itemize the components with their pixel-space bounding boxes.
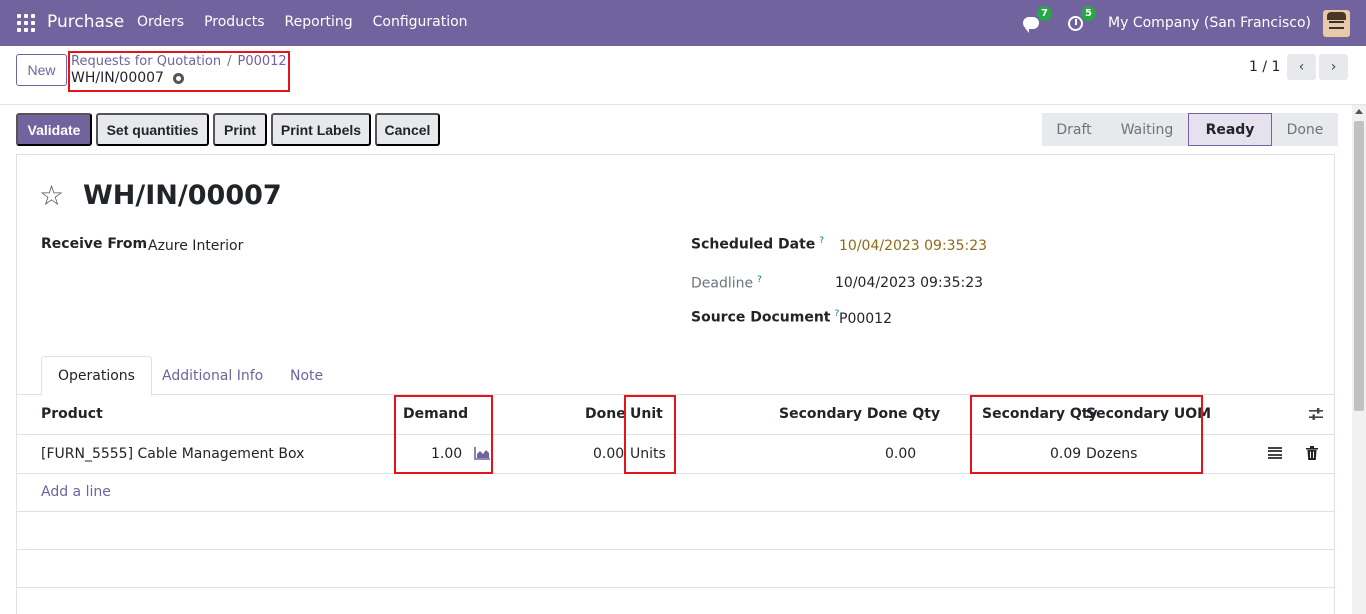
tab-operations[interactable]: Operations: [41, 356, 152, 396]
print-labels-button[interactable]: Print Labels: [271, 113, 371, 146]
menu-orders[interactable]: Orders: [137, 14, 184, 30]
apps-menu-icon[interactable]: [17, 14, 35, 32]
print-button[interactable]: Print: [213, 113, 267, 146]
menu-reporting[interactable]: Reporting: [285, 14, 353, 30]
notebook-tabs: Operations Additional Info Note: [16, 356, 1335, 396]
trash-icon[interactable]: [1306, 446, 1318, 460]
optional-columns-icon[interactable]: [1309, 407, 1323, 421]
source-document-value[interactable]: P00012: [839, 311, 892, 327]
breadcrumb-order-link[interactable]: P00012: [238, 54, 287, 69]
menu-products[interactable]: Products: [204, 14, 264, 30]
column-done[interactable]: Done: [585, 406, 626, 422]
breadcrumb-current: WH/IN/00007: [71, 70, 184, 86]
main-menu: Orders Products Reporting Configuration: [137, 14, 488, 30]
tab-note[interactable]: Note: [274, 356, 339, 395]
help-icon[interactable]: ?: [757, 275, 762, 285]
stage-ready[interactable]: Ready: [1188, 113, 1272, 146]
deadline-label: Deadline?: [691, 275, 762, 292]
scheduled-date-label-text: Scheduled Date: [691, 236, 816, 253]
cancel-button[interactable]: Cancel: [375, 113, 440, 146]
chevron-right-icon: ›: [1330, 59, 1337, 75]
column-product[interactable]: Product: [41, 406, 103, 422]
tab-additional-info[interactable]: Additional Info: [146, 356, 279, 395]
clock-icon: [1067, 15, 1083, 31]
unit-highlight: [624, 395, 676, 474]
breadcrumb-rfq-link[interactable]: Requests for Quotation: [71, 54, 221, 69]
receive-from-value[interactable]: Azure Interior: [148, 238, 243, 254]
breadcrumb-separator: /: [227, 54, 232, 69]
navbar-systray: 7 5 My Company (San Francisco): [1020, 0, 1366, 46]
add-line-link[interactable]: Add a line: [41, 484, 111, 500]
chat-icon: [1023, 17, 1040, 33]
top-navbar: Purchase Orders Products Reporting Confi…: [0, 0, 1366, 46]
empty-row: [17, 550, 1334, 588]
star-icon[interactable]: ☆: [39, 182, 64, 210]
validate-button[interactable]: Validate: [16, 113, 92, 146]
chevron-left-icon: ‹: [1298, 59, 1305, 75]
app-name[interactable]: Purchase: [47, 12, 124, 32]
user-avatar[interactable]: [1323, 9, 1350, 37]
menu-configuration[interactable]: Configuration: [373, 14, 468, 30]
stage-draft[interactable]: Draft: [1042, 113, 1106, 146]
cell-secondary-done-qty[interactable]: 0.00: [885, 446, 916, 462]
deadline-label-text: Deadline: [691, 275, 754, 292]
pager-previous-button[interactable]: ‹: [1287, 54, 1316, 80]
gear-icon[interactable]: [172, 72, 184, 84]
messages-badge: 7: [1037, 6, 1053, 21]
record-title: WH/IN/00007: [83, 180, 282, 211]
company-switcher[interactable]: My Company (San Francisco): [1108, 15, 1311, 31]
scrollbar-thumb[interactable]: [1354, 121, 1364, 411]
deadline-value: 10/04/2023 09:35:23: [835, 275, 984, 291]
activities-badge: 5: [1081, 6, 1097, 21]
stage-done[interactable]: Done: [1272, 113, 1338, 146]
status-bar: Validate Set quantities Print Print Labe…: [0, 105, 1366, 153]
stage-waiting[interactable]: Waiting: [1106, 113, 1188, 146]
add-line-row: Add a line: [17, 474, 1334, 512]
stage-selector: Draft Waiting Ready Done: [1042, 113, 1338, 146]
page-scrollbar[interactable]: [1352, 105, 1366, 614]
cell-done[interactable]: 0.00: [593, 446, 624, 462]
source-document-label: Source Document?: [691, 309, 839, 326]
scroll-up-arrow-icon[interactable]: [1355, 109, 1363, 114]
activities-button[interactable]: 5: [1064, 6, 1097, 34]
cell-product[interactable]: [FURN_5555] Cable Management Box: [41, 446, 304, 462]
current-record-name: WH/IN/00007: [71, 70, 164, 86]
help-icon[interactable]: ?: [819, 236, 824, 246]
pager-next-button[interactable]: ›: [1319, 54, 1348, 80]
scheduled-date-value[interactable]: 10/04/2023 09:35:23: [839, 238, 987, 254]
control-panel: New Requests for Quotation / P00012 WH/IN/…: [0, 46, 1366, 105]
new-button[interactable]: New: [16, 54, 67, 86]
set-quantities-button[interactable]: Set quantities: [96, 113, 209, 146]
demand-highlight: [394, 395, 493, 474]
pager-value[interactable]: 1 / 1: [1249, 59, 1280, 75]
empty-row: [17, 512, 1334, 550]
breadcrumb: Requests for Quotation / P00012: [71, 54, 287, 69]
scheduled-date-label: Scheduled Date?: [691, 236, 824, 253]
source-document-label-text: Source Document: [691, 309, 831, 326]
messages-button[interactable]: 7: [1020, 6, 1053, 34]
column-secondary-done-qty[interactable]: Secondary Done Qty: [779, 406, 940, 422]
details-list-icon[interactable]: [1268, 447, 1282, 459]
secondary-qty-uom-highlight: [970, 395, 1203, 474]
receive-from-label: Receive From: [41, 236, 148, 252]
